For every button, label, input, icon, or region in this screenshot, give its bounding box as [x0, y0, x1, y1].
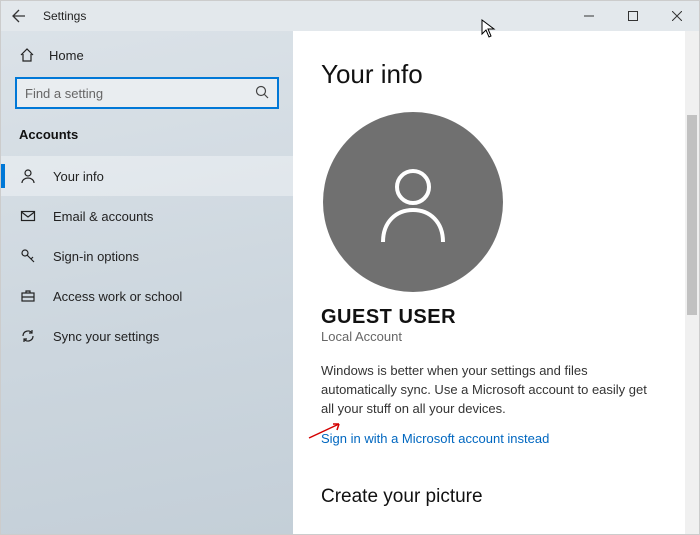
sidebar-item-email-accounts[interactable]: Email & accounts — [1, 196, 293, 236]
sidebar-item-access-work-school[interactable]: Access work or school — [1, 276, 293, 316]
sidebar-section-heading: Accounts — [1, 127, 293, 156]
titlebar: Settings — [1, 1, 699, 31]
window-title: Settings — [37, 9, 86, 23]
sidebar: Home Accounts Your info — [1, 31, 293, 534]
account-type: Local Account — [321, 329, 663, 344]
key-icon — [19, 248, 37, 264]
username: GUEST USER — [321, 306, 663, 329]
search-wrap — [15, 77, 279, 109]
settings-window: Settings Home — [0, 0, 700, 535]
scrollbar[interactable] — [685, 31, 699, 534]
sidebar-item-sync-settings[interactable]: Sync your settings — [1, 316, 293, 356]
signin-microsoft-link[interactable]: Sign in with a Microsoft account instead — [321, 431, 663, 446]
account-description: Windows is better when your settings and… — [321, 362, 651, 419]
window-controls — [567, 1, 699, 31]
sidebar-item-label: Access work or school — [53, 289, 182, 304]
sidebar-item-label: Email & accounts — [53, 209, 153, 224]
sidebar-nav: Your info Email & accounts Sign-in optio… — [1, 156, 293, 356]
minimize-icon — [584, 11, 594, 21]
minimize-button[interactable] — [567, 1, 611, 31]
back-button[interactable] — [1, 8, 37, 24]
sidebar-item-your-info[interactable]: Your info — [1, 156, 293, 196]
avatar-placeholder-icon — [363, 152, 463, 252]
briefcase-icon — [19, 288, 37, 304]
close-button[interactable] — [655, 1, 699, 31]
home-icon — [19, 47, 35, 63]
close-icon — [672, 11, 682, 21]
scrollbar-thumb[interactable] — [687, 115, 697, 315]
maximize-button[interactable] — [611, 1, 655, 31]
sync-icon — [19, 328, 37, 344]
arrow-left-icon — [11, 8, 27, 24]
mail-icon — [19, 208, 37, 224]
maximize-icon — [628, 11, 638, 21]
sidebar-item-signin-options[interactable]: Sign-in options — [1, 236, 293, 276]
avatar — [323, 112, 503, 292]
sidebar-item-label: Your info — [53, 169, 104, 184]
sidebar-home[interactable]: Home — [1, 41, 293, 73]
main-pane: Your info GUEST USER Local Account Windo… — [293, 31, 699, 534]
person-icon — [19, 168, 37, 184]
search-icon — [255, 85, 269, 99]
content-area: Your info GUEST USER Local Account Windo… — [293, 31, 685, 534]
page-title: Your info — [321, 59, 663, 90]
create-picture-heading: Create your picture — [321, 486, 663, 508]
search-input[interactable] — [15, 77, 279, 109]
sidebar-item-label: Sign-in options — [53, 249, 139, 264]
sidebar-item-label: Sync your settings — [53, 329, 159, 344]
sidebar-home-label: Home — [49, 48, 84, 63]
